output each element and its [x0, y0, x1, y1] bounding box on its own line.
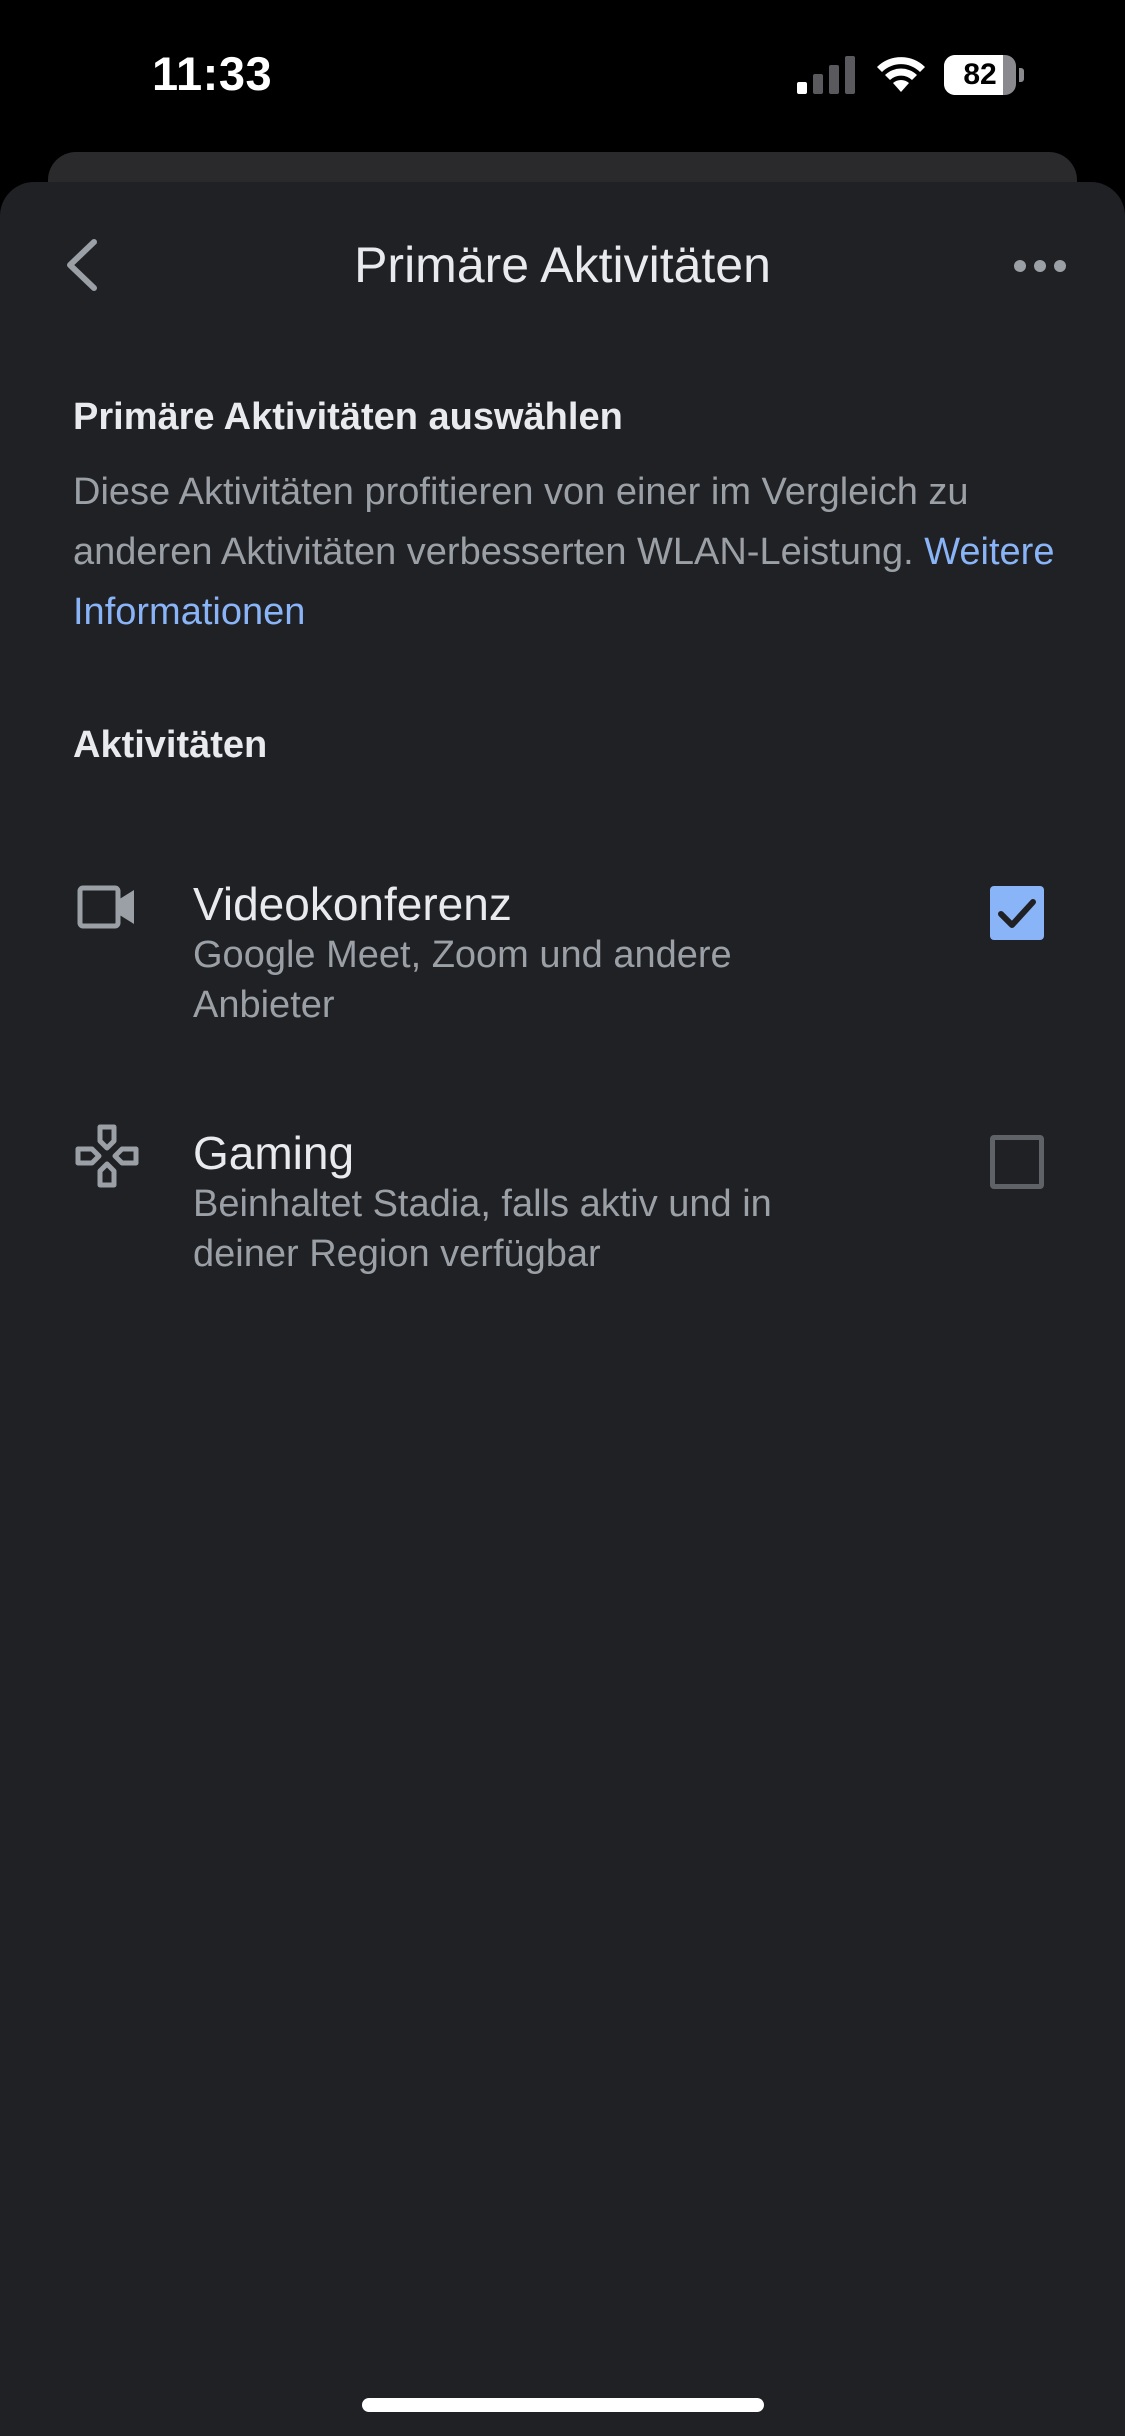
navigation-bar: Primäre Aktivitäten: [0, 182, 1125, 352]
status-bar: 11:33 82: [0, 0, 1125, 150]
check-icon: [998, 899, 1036, 928]
status-time: 11:33: [152, 47, 273, 100]
home-indicator[interactable]: [362, 2398, 764, 2412]
battery-level: 82: [963, 58, 997, 91]
cellular-signal-icon: [797, 56, 855, 94]
gamepad-icon: [75, 1124, 139, 1188]
activity-title: Gaming: [193, 1127, 355, 1179]
battery-cap: [1019, 68, 1024, 82]
chevron-left-icon[interactable]: [50, 230, 120, 300]
gaming-checkbox[interactable]: [990, 1135, 1044, 1189]
activities-heading: Aktivitäten: [73, 724, 268, 766]
activity-title: Videokonferenz: [193, 878, 512, 930]
description-body: Diese Aktivitäten profitieren von einer …: [73, 471, 969, 573]
wifi-icon: [877, 57, 925, 92]
videocam-icon: [77, 885, 134, 929]
battery-indicator: 82: [944, 55, 1024, 95]
page-title: Primäre Aktivitäten: [354, 237, 771, 293]
activity-row-gaming[interactable]: Gaming Beinhaltet Stadia, falls aktiv un…: [0, 1123, 1125, 1323]
activity-subtitle: Google Meet, Zoom und andere Anbieter: [193, 934, 732, 1026]
section-heading: Primäre Aktivitäten auswählen: [73, 396, 623, 438]
activity-row-videokonferenz[interactable]: Videokonferenz Google Meet, Zoom und and…: [0, 874, 1125, 1074]
screen: 11:33 82 Primäre Aktivitäten Primäre Akt…: [0, 0, 1125, 2436]
settings-sheet: Primäre Aktivitäten Primäre Aktivitäten …: [0, 182, 1125, 2436]
videokonferenz-checkbox[interactable]: [990, 886, 1044, 940]
activity-subtitle: Beinhaltet Stadia, falls aktiv und in de…: [193, 1183, 772, 1275]
battery-body: 82: [944, 55, 1016, 95]
description-text: Diese Aktivitäten profitieren von einer …: [73, 462, 1063, 642]
more-horiz-icon[interactable]: [1010, 248, 1070, 284]
